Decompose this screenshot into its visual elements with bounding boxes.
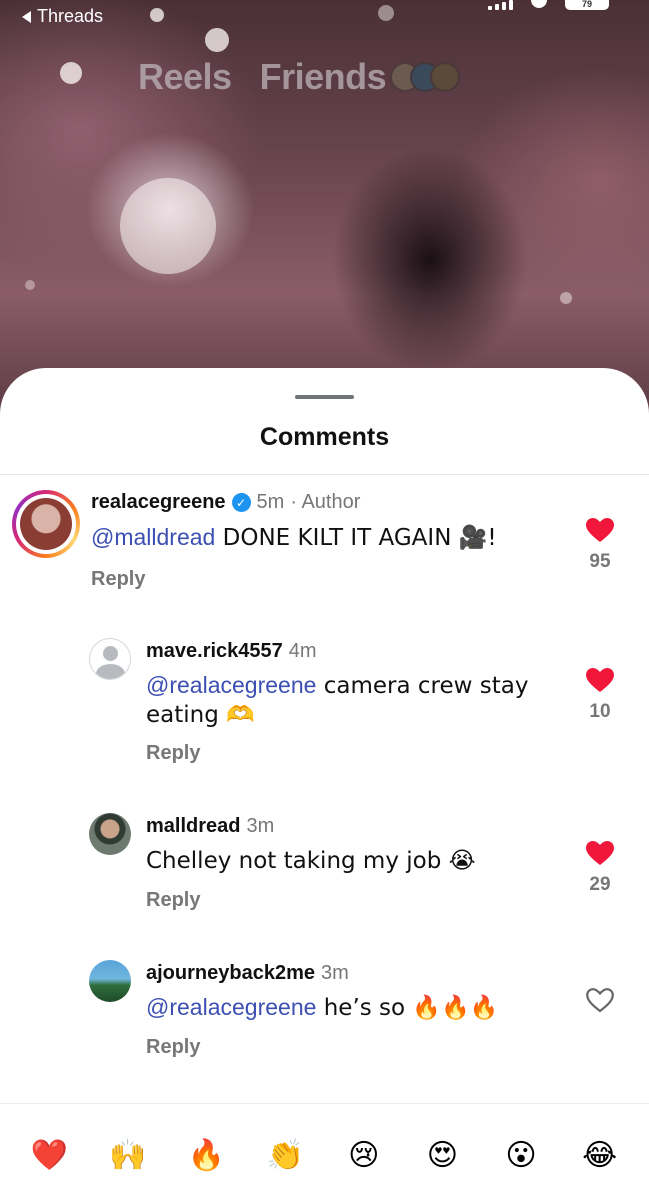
reaction-laughing-button[interactable]: 😂: [578, 1133, 622, 1177]
reaction-crying-button[interactable]: 😢: [342, 1133, 386, 1177]
comment-username[interactable]: malldread: [146, 815, 240, 838]
comment-username[interactable]: realacegreene: [91, 491, 226, 514]
author-badge: · Author: [290, 491, 361, 513]
heart-filled-icon[interactable]: [580, 841, 620, 866]
like-control: 10: [580, 668, 620, 723]
reaction-fire-button[interactable]: 🔥: [185, 1133, 229, 1177]
mention-link[interactable]: @malldread: [91, 524, 215, 550]
friends-avatar-stack[interactable]: [390, 62, 461, 92]
story-ring[interactable]: [12, 490, 80, 558]
comment-username[interactable]: mave.rick4557: [146, 640, 283, 663]
comment-body: DONE KILT IT AGAIN 🎥!: [215, 525, 497, 551]
avatar[interactable]: [89, 813, 131, 855]
comment-timestamp: 5m: [256, 491, 285, 513]
wifi-icon: [531, 0, 547, 8]
comment-timestamp: 3m: [246, 815, 275, 837]
heart-outline-icon[interactable]: [580, 988, 620, 1013]
reaction-raising-hands-button[interactable]: 🙌: [106, 1133, 150, 1177]
quick-reaction-bar: ❤️ 🙌 🔥 👏 😢 😍 😮 😂: [0, 1130, 649, 1180]
comment-timestamp: 3m: [320, 962, 349, 984]
comment-body: he’s so 🔥🔥🔥: [316, 995, 499, 1021]
comment-username[interactable]: ajourneyback2me: [146, 962, 315, 985]
reaction-heart-eyes-button[interactable]: 😍: [420, 1133, 464, 1177]
battery-icon: 79: [565, 0, 609, 10]
mention-link[interactable]: @realacegreene: [146, 994, 316, 1020]
like-control: [580, 988, 620, 1021]
like-control: 95: [580, 518, 620, 573]
heart-filled-icon[interactable]: [580, 668, 620, 693]
comment-body: Chelley not taking my job 😭: [146, 848, 476, 874]
like-count: 29: [589, 874, 611, 895]
reply-button[interactable]: Reply: [146, 1036, 200, 1059]
sheet-grabber-handle[interactable]: [295, 395, 354, 399]
comment-text: @malldread DONE KILT IT AGAIN 🎥!: [91, 523, 551, 552]
back-link-label: Threads: [37, 6, 104, 26]
verified-badge-icon: ✓: [231, 493, 251, 512]
feed-tabs: Reels Friends: [138, 56, 461, 98]
back-to-threads-link[interactable]: Threads: [22, 6, 103, 27]
like-count: 95: [589, 551, 611, 572]
tab-friends[interactable]: Friends: [260, 56, 387, 98]
comment-timestamp: 4m: [288, 640, 317, 662]
cellular-signal-icon: [488, 0, 513, 10]
reaction-clapping-button[interactable]: 👏: [263, 1133, 307, 1177]
divider: [0, 474, 649, 475]
avatar-placeholder[interactable]: [89, 638, 131, 680]
comment-text: @realacegreene he’s so 🔥🔥🔥: [146, 993, 566, 1022]
back-arrow-icon: [22, 10, 31, 23]
reply-button[interactable]: Reply: [146, 742, 200, 765]
sheet-title: Comments: [259, 423, 390, 451]
reply-button[interactable]: Reply: [146, 889, 200, 912]
reply-button[interactable]: Reply: [91, 568, 145, 591]
reaction-red-heart-button[interactable]: ❤️: [27, 1133, 71, 1177]
comment-text: Chelley not taking my job 😭: [146, 846, 566, 875]
heart-filled-icon[interactable]: [580, 518, 620, 543]
divider: [0, 1103, 649, 1104]
reaction-surprised-button[interactable]: 😮: [499, 1133, 543, 1177]
avatar[interactable]: [89, 960, 131, 1002]
mention-link[interactable]: @realacegreene: [146, 672, 316, 698]
tab-reels[interactable]: Reels: [138, 56, 232, 98]
status-bar: Threads 79: [0, 0, 649, 36]
like-count: 10: [589, 701, 611, 722]
battery-level: 79: [581, 0, 592, 9]
like-control: 29: [580, 841, 620, 896]
comment-text: @realacegreene camera crew stay eating 🫶: [146, 671, 566, 729]
avatar: [20, 498, 72, 550]
